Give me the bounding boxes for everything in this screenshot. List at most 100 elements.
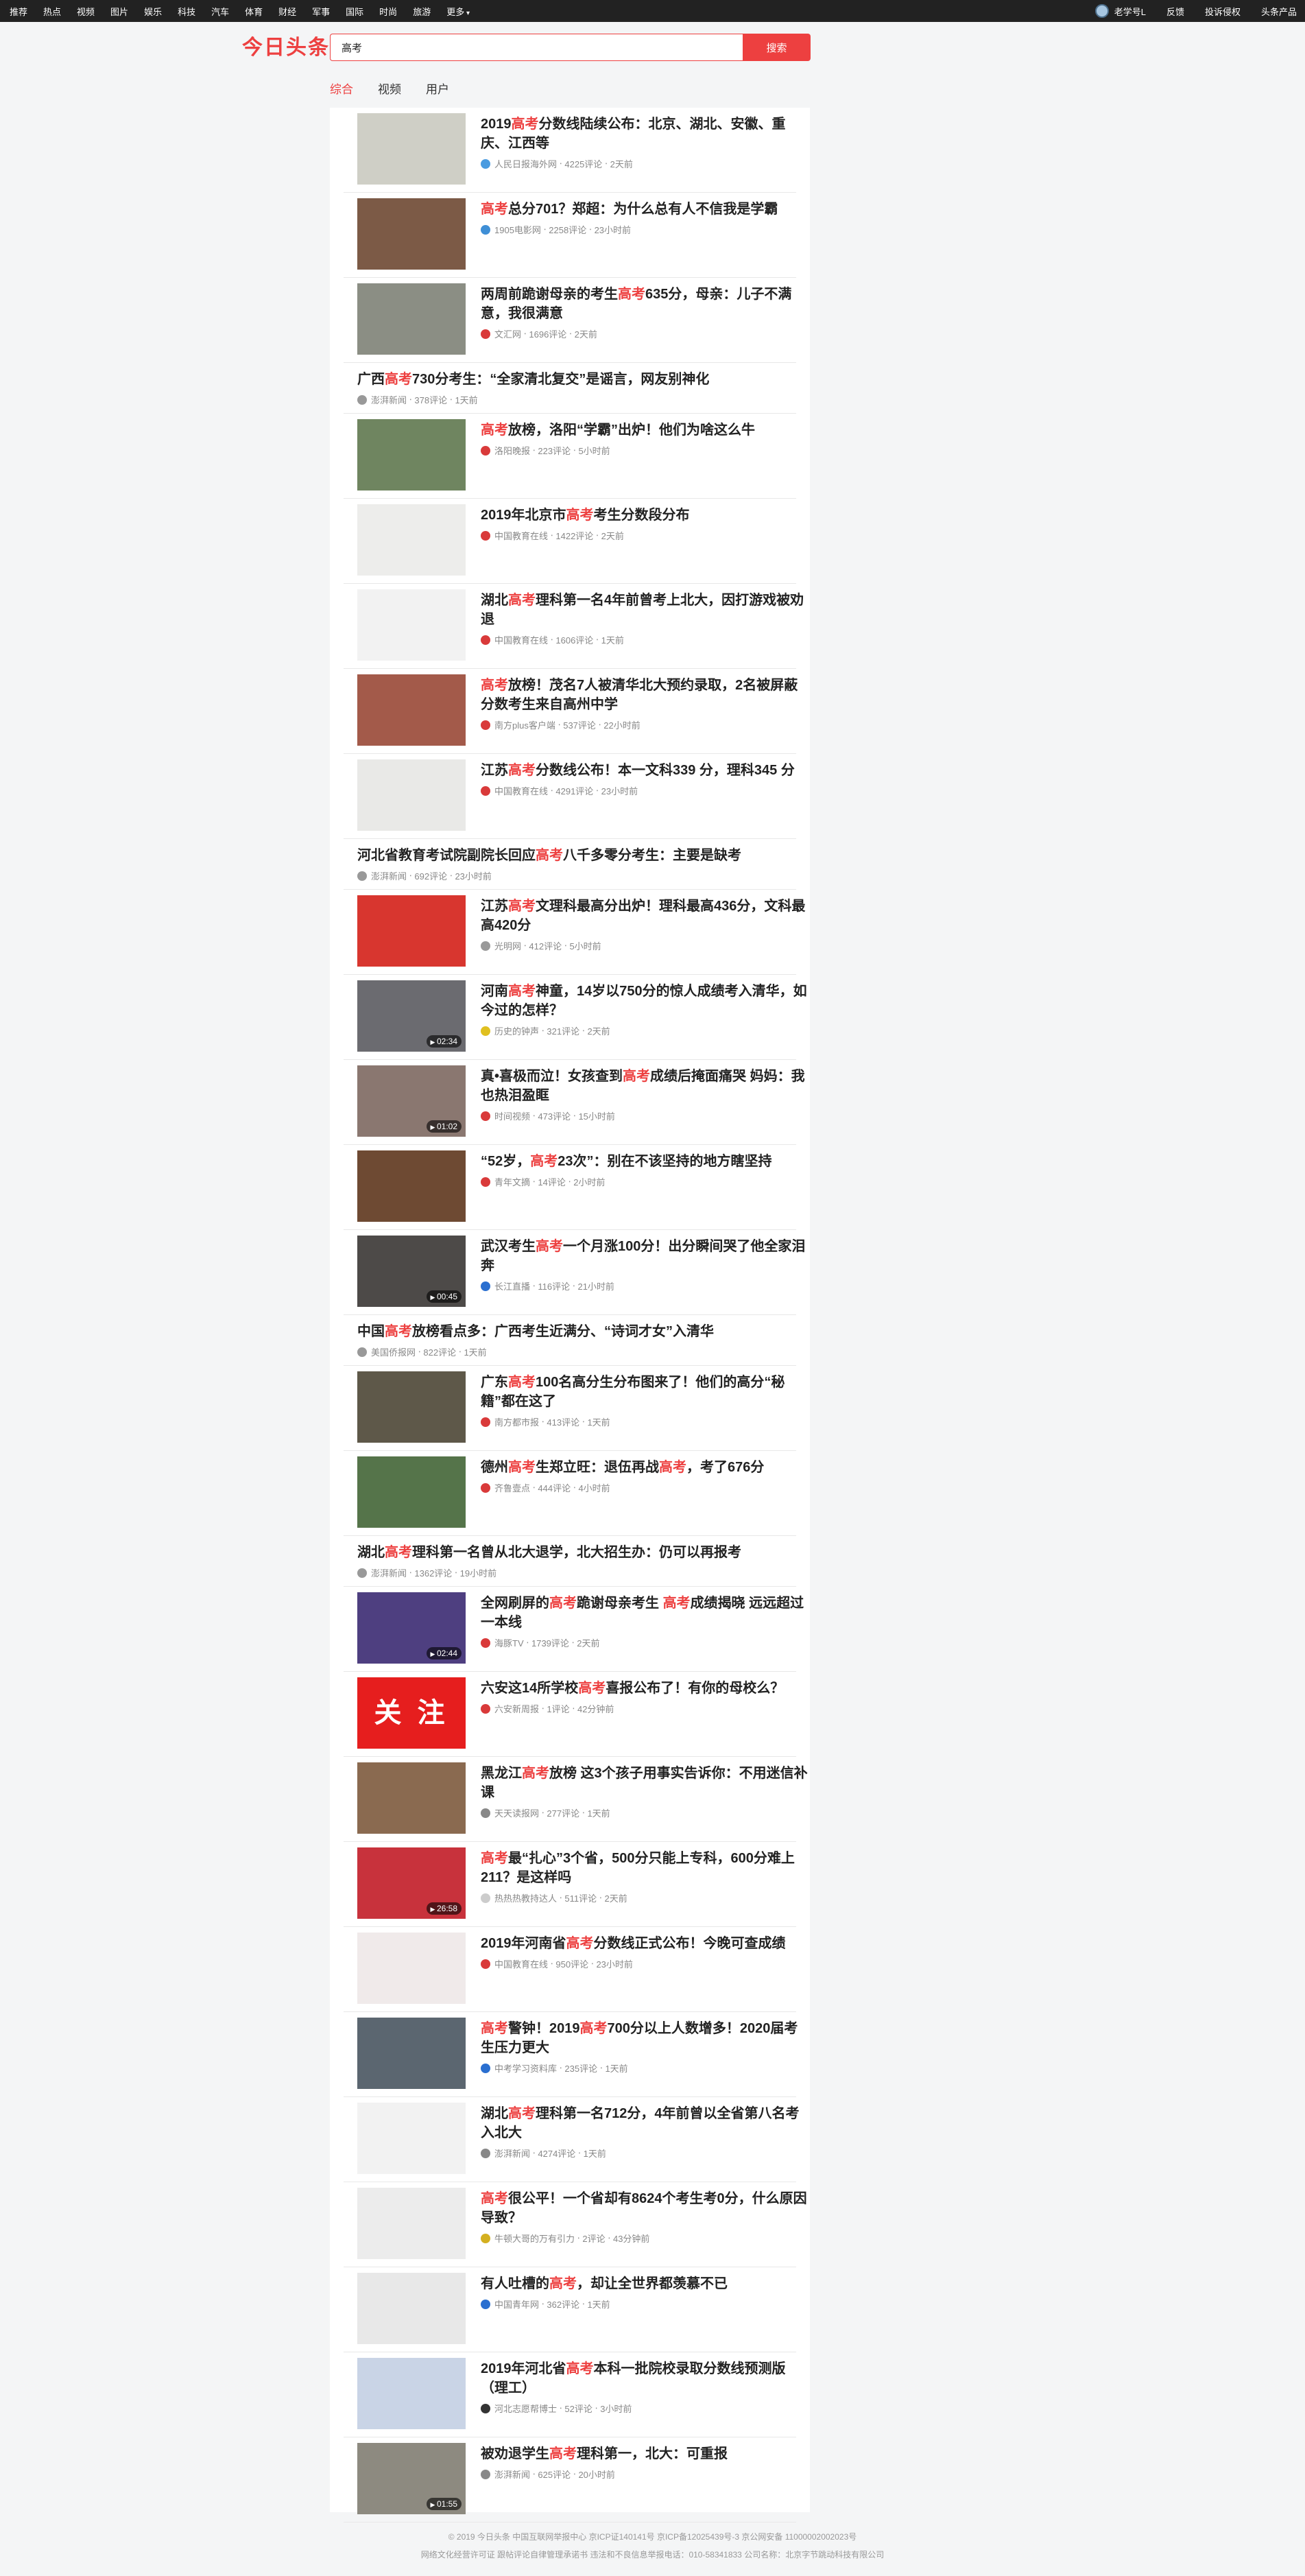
result-item[interactable]: 高考放榜，洛阳“学霸”出炉！他们为啥这么牛 洛阳晚报 ⋅ 223评论 ⋅ 5小时前 <box>344 414 796 499</box>
result-thumbnail[interactable] <box>357 198 466 270</box>
tab-video[interactable]: 视频 <box>378 80 401 97</box>
nav-item[interactable]: 军事 <box>312 5 330 18</box>
result-item[interactable]: 2019年北京市高考考生分数段分布 中国教育在线 ⋅ 1422评论 ⋅ 2天前 <box>344 499 796 584</box>
nav-item[interactable]: 图片 <box>110 5 128 18</box>
result-item[interactable]: 湖北高考理科第一名712分，4年前曾以全省第八名考入北大 澎湃新闻 ⋅ 4274评… <box>344 2097 800 2182</box>
nav-item[interactable]: 时尚 <box>379 5 397 18</box>
nav-item[interactable]: 娱乐 <box>144 5 162 18</box>
result-item[interactable]: 中国高考放榜看点多：广西考生近满分、“诗词才女”入清华 美国侨报网 ⋅ 822评论… <box>344 1315 796 1366</box>
nav-item[interactable]: 旅游 <box>413 5 431 18</box>
result-title[interactable]: 有人吐槽的高考，却让全世界都羡慕不已 <box>481 2274 810 2293</box>
result-item[interactable]: 关 注六安这14所学校高考喜报公布了！有你的母校么？ 六安新周报 ⋅ 1评论 ⋅ … <box>344 1672 796 1757</box>
result-item[interactable]: 德州高考生郑立旺：退伍再战高考，考了676分 齐鲁壹点 ⋅ 444评论 ⋅ 4小时… <box>344 1451 796 1536</box>
result-title[interactable]: 真•喜极而泣！女孩查到高考成绩后掩面痛哭 妈妈：我也热泪盈眶 <box>481 1067 810 1105</box>
result-source[interactable]: 时间视频 <box>494 1109 530 1122</box>
nav-item[interactable]: 国际 <box>346 5 363 18</box>
result-item[interactable]: 有人吐槽的高考，却让全世界都羡慕不已 中国青年网 ⋅ 362评论 ⋅ 1天前 <box>344 2267 796 2352</box>
tab-all[interactable]: 综合 <box>330 80 353 97</box>
result-title[interactable]: 2019年河南省高考分数线正式公布！今晚可查成绩 <box>481 1934 810 1953</box>
result-thumbnail[interactable] <box>357 2103 466 2174</box>
result-source[interactable]: 中国教育在线 <box>494 633 548 646</box>
result-thumbnail[interactable] <box>357 1456 466 1528</box>
nav-item[interactable]: 热点 <box>43 5 61 18</box>
result-title[interactable]: 2019高考分数线陆续公布：北京、湖北、安徽、重庆、江西等 <box>481 115 810 153</box>
result-thumbnail[interactable] <box>357 674 466 746</box>
result-thumbnail[interactable] <box>357 113 466 185</box>
result-item[interactable]: 湖北高考理科第一名4年前曾考上北大，因打游戏被劝退 中国教育在线 ⋅ 1606评论… <box>344 584 804 669</box>
result-thumbnail[interactable] <box>357 504 466 576</box>
result-source[interactable]: 六安新周报 <box>494 1702 539 1715</box>
result-source[interactable]: 澎湃新闻 <box>371 393 407 406</box>
result-thumbnail[interactable] <box>357 895 466 967</box>
result-title[interactable]: “52岁，高考23次”：别在不该坚持的地方瞎坚持 <box>481 1152 810 1171</box>
result-thumbnail[interactable] <box>357 589 466 661</box>
result-thumbnail[interactable]: 关 注 <box>357 1677 466 1749</box>
feedback-link[interactable]: 反馈 <box>1166 5 1184 18</box>
search-input[interactable] <box>330 34 743 61</box>
result-item[interactable]: 2019年河南省高考分数线正式公布！今晚可查成绩 中国教育在线 ⋅ 950评论 ⋅… <box>344 1927 796 2012</box>
result-title[interactable]: 全网刷屏的高考跪谢母亲考生 高考成绩揭晓 远远超过一本线 <box>481 1594 810 1632</box>
result-source[interactable]: 1905电影网 <box>494 223 541 236</box>
result-source[interactable]: 青年文摘 <box>494 1175 530 1188</box>
result-title[interactable]: 江苏高考分数线公布！本一文科339 分，理科345 分 <box>481 761 810 780</box>
result-item[interactable]: 广西高考730分考生：“全家清北复交”是谣言，网友别神化 澎湃新闻 ⋅ 378评论… <box>344 363 796 414</box>
result-source[interactable]: 长江直播 <box>494 1279 530 1292</box>
tab-users[interactable]: 用户 <box>426 80 449 97</box>
result-source[interactable]: 牛顿大哥的万有引力 <box>494 2232 575 2245</box>
result-source[interactable]: 历史的钟声 <box>494 1024 539 1037</box>
nav-item[interactable]: 汽车 <box>211 5 229 18</box>
nav-item[interactable]: 财经 <box>278 5 296 18</box>
result-source[interactable]: 洛阳晚报 <box>494 444 530 457</box>
result-item[interactable]: 江苏高考分数线公布！本一文科339 分，理科345 分中国教育在线 ⋅ 4291… <box>344 754 796 839</box>
result-thumbnail[interactable]: 26:58 <box>357 1847 466 1919</box>
result-title[interactable]: 2019年北京市高考考生分数段分布 <box>481 506 810 525</box>
result-item[interactable]: 河北省教育考试院副院长回应高考八千多零分考生：主要是缺考 澎湃新闻 ⋅ 692评论… <box>344 839 796 890</box>
result-thumbnail[interactable] <box>357 1150 466 1222</box>
result-thumbnail[interactable] <box>357 2273 466 2344</box>
result-source[interactable]: 齐鲁壹点 <box>494 1481 530 1494</box>
result-item[interactable]: 2019高考分数线陆续公布：北京、湖北、安徽、重庆、江西等 人民日报海外网 ⋅ 4… <box>344 108 796 193</box>
result-source[interactable]: 中考学习资料库 <box>494 2061 557 2075</box>
result-title[interactable]: 高考最“扎心”3个省，500分只能上专科，600分难上211？是这样吗 <box>481 1849 810 1887</box>
nav-item[interactable]: 视频 <box>77 5 95 18</box>
user-menu[interactable]: 老学号L <box>1075 4 1146 18</box>
result-item[interactable]: 湖北高考理科第一名曾从北大退学，北大招生办：仍可以再报考 澎湃新闻 ⋅ 1362评… <box>344 1536 796 1587</box>
result-title[interactable]: 中国高考放榜看点多：广西考生近满分、“诗词才女”入清华 <box>357 1322 810 1341</box>
result-title[interactable]: 河北省教育考试院副院长回应高考八千多零分考生：主要是缺考 <box>357 846 810 865</box>
result-item[interactable]: 01:55被劝退学生高考理科第一，北大：可重报澎湃新闻 ⋅ 625评论 ⋅ 20… <box>344 2437 796 2522</box>
search-button[interactable]: 搜索 <box>743 34 811 61</box>
result-thumbnail[interactable] <box>357 1371 466 1443</box>
result-title[interactable]: 广东高考100名高分生分布图来了！他们的高分“秘籍”都在这了 <box>481 1373 810 1411</box>
result-item[interactable]: 江苏高考文理科最高分出炉！理科最高436分，文科最高420分 光明网 ⋅ 412评… <box>344 890 805 975</box>
result-item[interactable]: 高考总分701？郑超：为什么总有人不信我是学霸 1905电影网 ⋅ 2258评论 … <box>344 193 796 278</box>
result-item[interactable]: 02:34 河南高考神童，14岁以750分的惊人成绩考入清华，如今过的怎样？ 历史的… <box>344 975 807 1060</box>
result-source[interactable]: 澎湃新闻 <box>494 2147 530 2160</box>
result-title[interactable]: 德州高考生郑立旺：退伍再战高考，考了676分 <box>481 1458 810 1477</box>
result-source[interactable]: 美国侨报网 <box>371 1345 416 1358</box>
nav-more[interactable]: 更多 <box>446 5 470 18</box>
result-thumbnail[interactable] <box>357 2358 466 2429</box>
result-item[interactable]: 高考警钟！2019高考700分以上人数增多！2020届考生压力更大 中考学习资料库… <box>344 2012 798 2097</box>
result-source[interactable]: 光明网 <box>494 939 521 952</box>
result-title[interactable]: 高考总分701？郑超：为什么总有人不信我是学霸 <box>481 200 810 219</box>
result-source[interactable]: 热热热教持达人 <box>494 1891 557 1904</box>
result-title[interactable]: 河南高考神童，14岁以750分的惊人成绩考入清华，如今过的怎样？ <box>481 982 810 1020</box>
result-title[interactable]: 湖北高考理科第一名4年前曾考上北大，因打游戏被劝退 <box>481 591 810 629</box>
result-thumbnail[interactable] <box>357 1762 466 1834</box>
result-title[interactable]: 黑龙江高考放榜 这3个孩子用事实告诉你：不用迷信补课 <box>481 1764 810 1802</box>
result-item[interactable]: 02:44全网刷屏的高考跪谢母亲考生 高考成绩揭晓 远远超过一本线海豚TV ⋅ … <box>344 1587 804 1672</box>
result-title[interactable]: 六安这14所学校高考喜报公布了！有你的母校么？ <box>481 1679 810 1698</box>
complaint-link[interactable]: 投诉侵权 <box>1205 5 1241 18</box>
result-item[interactable]: 两周前跪谢母亲的考生高考635分，母亲：儿子不满意，我很满意 文汇网 ⋅ 1696… <box>344 278 796 363</box>
result-source[interactable]: 人民日报海外网 <box>494 157 557 170</box>
result-thumbnail[interactable] <box>357 759 466 831</box>
result-title[interactable]: 两周前跪谢母亲的考生高考635分，母亲：儿子不满意，我很满意 <box>481 285 810 323</box>
result-source[interactable]: 天天读报网 <box>494 1806 539 1819</box>
result-item[interactable]: 高考很公平！一个省却有8624个考生考0分，什么原因导致？ 牛顿大哥的万有引力 ⋅… <box>344 2182 807 2267</box>
result-thumbnail[interactable] <box>357 283 466 355</box>
result-item[interactable]: 广东高考100名高分生分布图来了！他们的高分“秘籍”都在这了 南方都市报 ⋅ 41… <box>344 1366 796 1451</box>
nav-item[interactable]: 推荐 <box>10 5 27 18</box>
result-title[interactable]: 湖北高考理科第一名曾从北大退学，北大招生办：仍可以再报考 <box>357 1543 810 1562</box>
result-item[interactable]: 00:45武汉考生高考一个月涨100分！出分瞬间哭了他全家泪奔长江直播 ⋅ 11… <box>344 1230 805 1315</box>
result-source[interactable]: 河北志愿帮博士 <box>494 2402 557 2415</box>
